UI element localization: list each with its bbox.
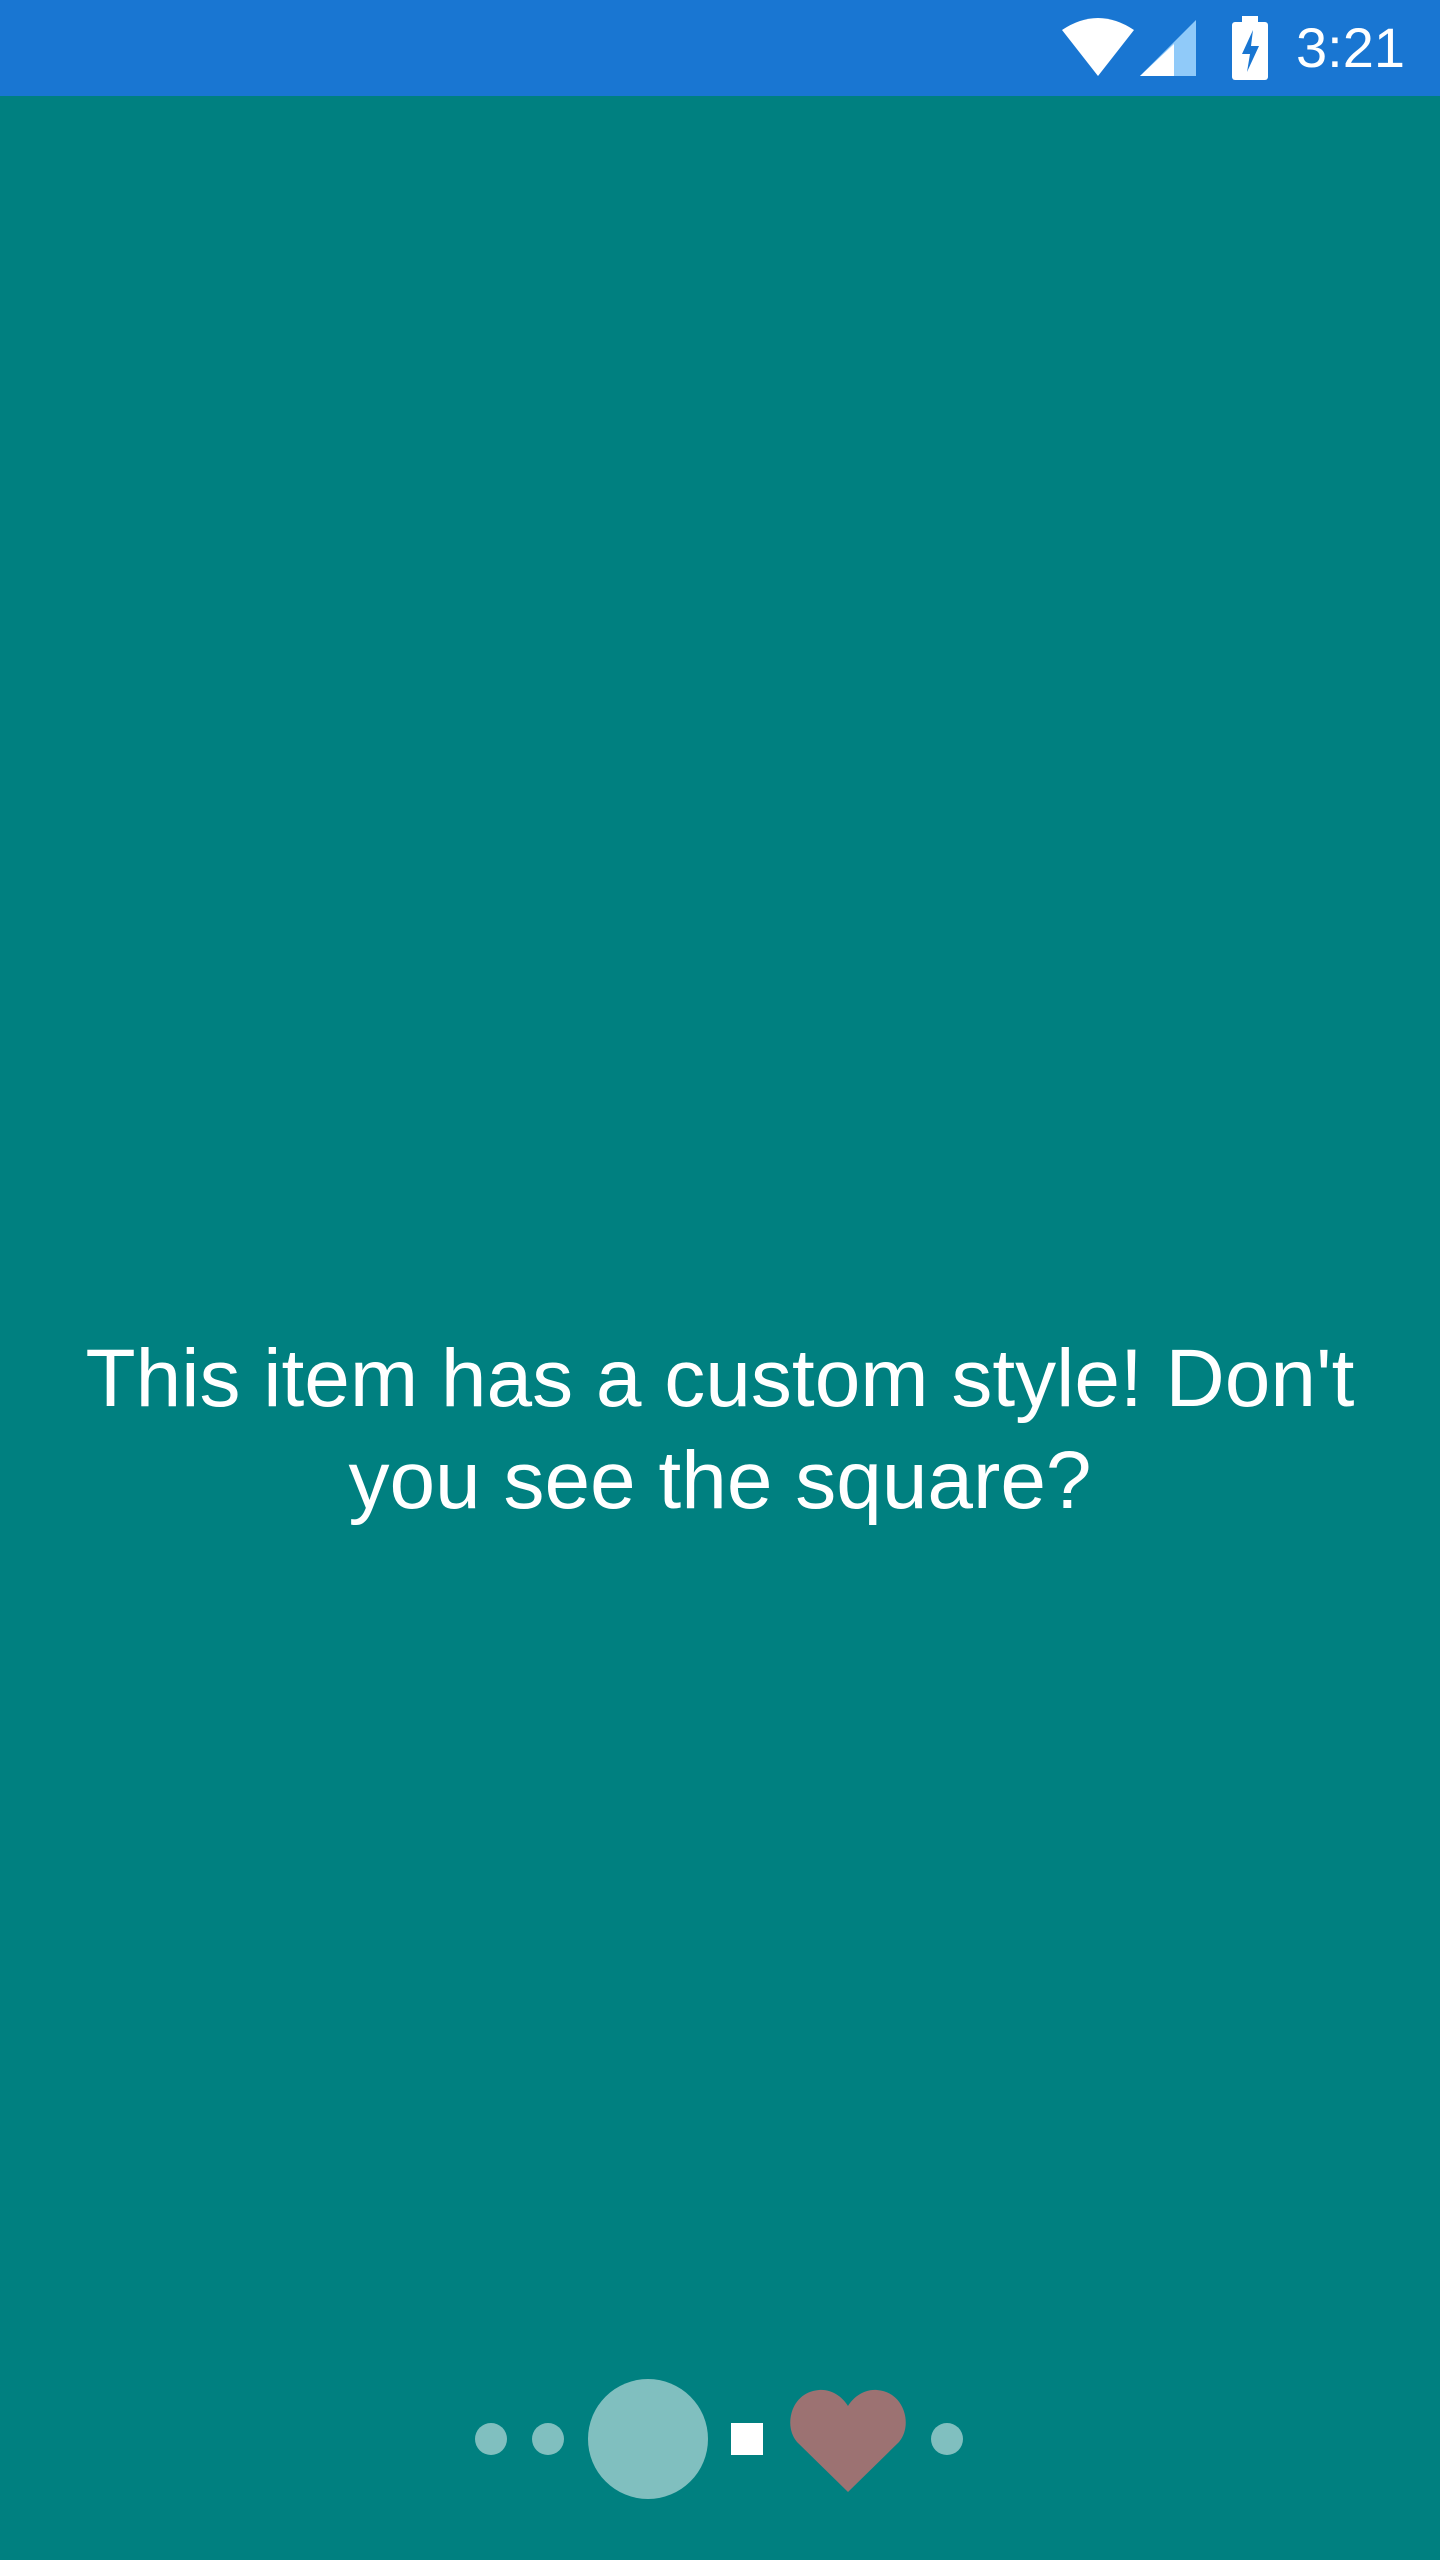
page-square-indicator[interactable] [731, 2423, 763, 2455]
page-message: This item has a custom style! Don't you … [85, 1333, 1355, 1526]
pager-page[interactable]: This item has a custom style! Don't you … [0, 96, 1440, 2560]
status-bar: 3:21 [0, 0, 1440, 96]
page-dot-2[interactable] [531, 2422, 565, 2456]
cellular-signal-icon [1140, 20, 1196, 76]
page-heart-indicator[interactable] [789, 2384, 907, 2494]
page-dot-6[interactable] [930, 2422, 964, 2456]
page-dot-1[interactable] [474, 2422, 508, 2456]
status-time: 3:21 [1296, 16, 1405, 79]
page-dot-active[interactable] [587, 2378, 709, 2500]
battery-charging-icon [1232, 16, 1268, 80]
page-indicator [0, 2378, 1440, 2540]
wifi-icon [1062, 18, 1134, 76]
